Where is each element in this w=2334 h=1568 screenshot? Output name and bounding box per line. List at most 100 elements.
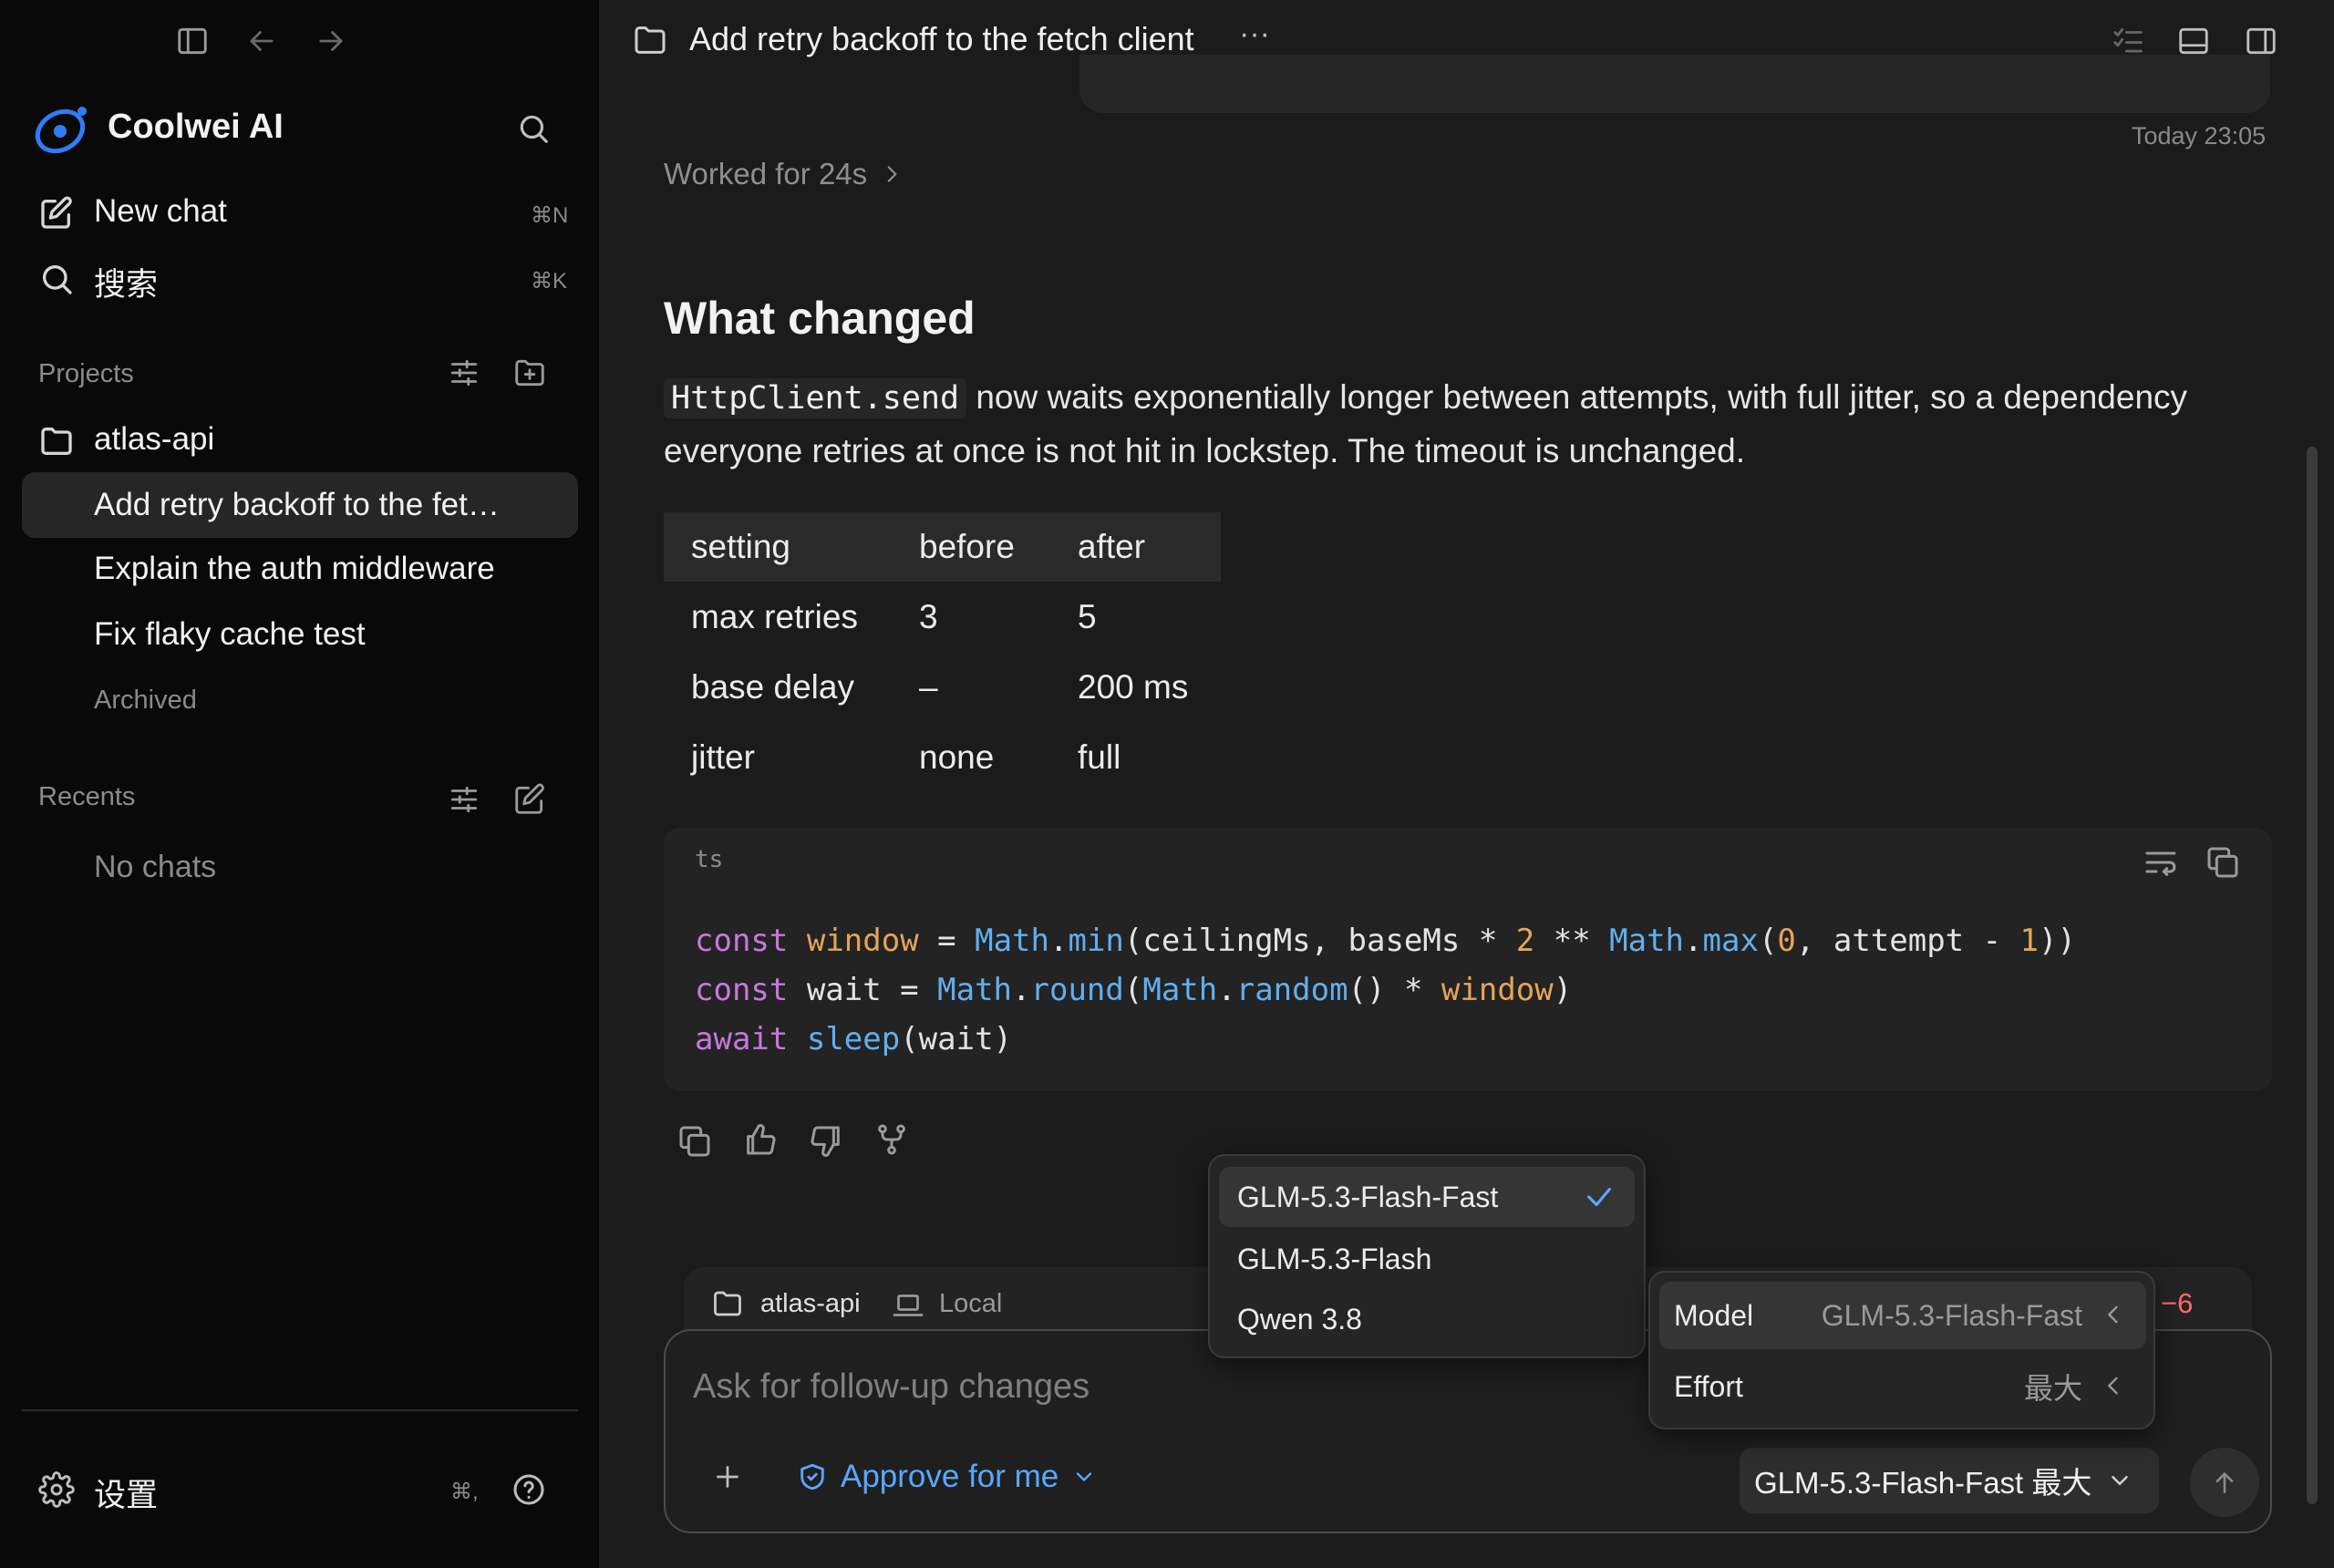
chat-item-label: Add retry backoff to the fet… xyxy=(94,487,500,522)
chevron-left-icon xyxy=(2101,1302,2126,1327)
follow-up-input[interactable] xyxy=(693,1367,1605,1407)
thumbs-down-icon[interactable] xyxy=(808,1123,844,1160)
table-row: base delay – 200 ms xyxy=(664,652,1221,722)
folder-icon xyxy=(711,1287,744,1320)
effort-setting-label: Effort xyxy=(1674,1369,1743,1403)
settings-shortcut: ⌘, xyxy=(450,1480,479,1504)
model-setting-value: GLM-5.3-Flash-Fast xyxy=(1821,1298,2082,1332)
model-selector-button[interactable]: GLM-5.3-Flash-Fast 最大 xyxy=(1740,1448,2159,1513)
no-chats-text: No chats xyxy=(94,850,217,884)
send-button[interactable] xyxy=(2190,1448,2259,1517)
sidebar-toggle-icon[interactable] xyxy=(175,24,210,58)
chat-item-label: Fix flaky cache test xyxy=(94,616,366,652)
archived-link[interactable]: Archived xyxy=(94,686,197,716)
model-settings-menu: Model GLM-5.3-Flash-Fast Effort 最大 xyxy=(1648,1271,2155,1429)
bottom-panel-icon[interactable] xyxy=(2176,24,2211,58)
add-attachment-icon[interactable] xyxy=(711,1460,744,1493)
code-line: const wait = Math.round(Math.random() * … xyxy=(695,972,1573,1008)
model-option-label: GLM-5.3-Flash xyxy=(1237,1242,1432,1275)
copy-code-icon[interactable] xyxy=(2205,844,2241,881)
app-logo-icon xyxy=(31,102,91,157)
chevron-down-icon xyxy=(2106,1467,2133,1494)
projects-heading: Projects xyxy=(38,359,134,388)
new-folder-icon[interactable] xyxy=(512,356,547,390)
chat-item-active[interactable]: Add retry backoff to the fet… xyxy=(22,472,578,538)
model-selector-label: GLM-5.3-Flash-Fast 最大 xyxy=(1754,1466,2092,1500)
compose-icon xyxy=(38,195,75,232)
approve-label: Approve for me xyxy=(841,1459,1059,1494)
compose-icon[interactable] xyxy=(512,782,547,817)
recents-heading: Recents xyxy=(38,782,136,811)
search-button[interactable]: 搜索 ⌘K xyxy=(22,255,578,304)
new-chat-label: New chat xyxy=(94,193,227,229)
sidebar-divider xyxy=(22,1409,578,1411)
table-header-row: setting before after xyxy=(664,512,1221,582)
search-icon[interactable] xyxy=(516,111,551,146)
filter-icon[interactable] xyxy=(447,356,481,390)
chat-item-label: Explain the auth middleware xyxy=(94,551,495,586)
project-atlas-api[interactable]: atlas-api xyxy=(22,418,578,465)
wrap-lines-icon[interactable] xyxy=(2143,844,2179,881)
message-timestamp: Today 23:05 xyxy=(2132,122,2267,150)
code-block: ts const window = Math.min(ceilingMs, ba… xyxy=(664,828,2272,1091)
new-chat-shortcut: ⌘N xyxy=(531,203,569,228)
back-arrow-icon[interactable] xyxy=(244,24,279,58)
summary-paragraph: HttpClient.send now waits exponentially … xyxy=(664,371,2268,477)
fork-icon[interactable] xyxy=(873,1121,910,1158)
approve-for-me-button[interactable]: Approve for me xyxy=(797,1459,1097,1495)
model-option[interactable]: GLM-5.3-Flash xyxy=(1219,1229,1635,1289)
search-icon xyxy=(38,261,75,297)
chevron-left-icon xyxy=(2101,1373,2126,1398)
worked-duration[interactable]: Worked for 24s xyxy=(664,157,904,191)
shield-check-icon xyxy=(797,1461,828,1492)
model-option[interactable]: Qwen 3.8 xyxy=(1219,1289,1635,1349)
table-cell: – xyxy=(919,667,938,706)
table-header: after xyxy=(1050,512,1221,582)
forward-arrow-icon[interactable] xyxy=(314,24,348,58)
chat-item[interactable]: Explain the auth middleware xyxy=(22,547,578,594)
table-cell: jitter xyxy=(691,738,755,776)
chat-item[interactable]: Fix flaky cache test xyxy=(22,613,578,660)
table-cell: 3 xyxy=(919,597,938,635)
settings-table: setting before after max retries 3 5 bas… xyxy=(664,512,1221,792)
table-row: jitter none full xyxy=(664,722,1221,792)
code-language: ts xyxy=(695,846,724,873)
copy-icon[interactable] xyxy=(676,1123,713,1160)
scrollbar[interactable] xyxy=(2307,447,2318,1504)
model-option-label: GLM-5.3-Flash-Fast xyxy=(1237,1180,1499,1213)
user-message-bubble xyxy=(1079,55,2270,113)
help-icon[interactable] xyxy=(511,1471,547,1508)
gear-icon xyxy=(38,1471,75,1508)
arrow-up-icon xyxy=(2210,1468,2239,1497)
model-setting-row[interactable]: Model GLM-5.3-Flash-Fast xyxy=(1659,1282,2146,1349)
table-cell: 5 xyxy=(1078,597,1097,635)
more-options-button[interactable]: ··· xyxy=(1239,16,1270,52)
inline-code: HttpClient.send xyxy=(664,378,967,418)
context-location[interactable]: Local xyxy=(939,1289,1002,1319)
chevron-down-icon xyxy=(1071,1464,1097,1490)
table-cell: none xyxy=(919,738,995,776)
folder-icon xyxy=(38,423,75,459)
model-option-label: Qwen 3.8 xyxy=(1237,1302,1362,1336)
page-title: Add retry backoff to the fetch client xyxy=(689,20,1194,57)
diff-removed-count: −6 xyxy=(2161,1287,2194,1319)
model-setting-label: Model xyxy=(1674,1298,1754,1332)
settings-label: 设置 xyxy=(94,1478,159,1514)
table-cell: base delay xyxy=(691,667,854,706)
thumbs-up-icon[interactable] xyxy=(742,1121,779,1158)
context-project[interactable]: atlas-api xyxy=(760,1289,861,1319)
effort-setting-row[interactable]: Effort 最大 xyxy=(1659,1353,2146,1420)
new-chat-button[interactable]: New chat ⌘N xyxy=(22,190,578,237)
model-option-selected[interactable]: GLM-5.3-Flash-Fast xyxy=(1219,1167,1635,1227)
model-options-menu: GLM-5.3-Flash-Fast GLM-5.3-Flash Qwen 3.… xyxy=(1208,1154,1646,1358)
checklist-icon[interactable] xyxy=(2111,24,2145,58)
right-panel-icon[interactable] xyxy=(2244,24,2278,58)
settings-button[interactable]: 设置 ⌘, xyxy=(22,1466,496,1514)
section-heading: What changed xyxy=(664,293,976,344)
filter-icon[interactable] xyxy=(447,782,481,817)
table-cell: 200 ms xyxy=(1078,667,1189,706)
search-shortcut: ⌘K xyxy=(531,269,568,294)
code-line: await sleep(wait) xyxy=(695,1021,1013,1057)
folder-icon xyxy=(632,22,668,58)
sidebar: Coolwei AI New chat ⌘N 搜索 ⌘K Projects at… xyxy=(0,0,600,1568)
